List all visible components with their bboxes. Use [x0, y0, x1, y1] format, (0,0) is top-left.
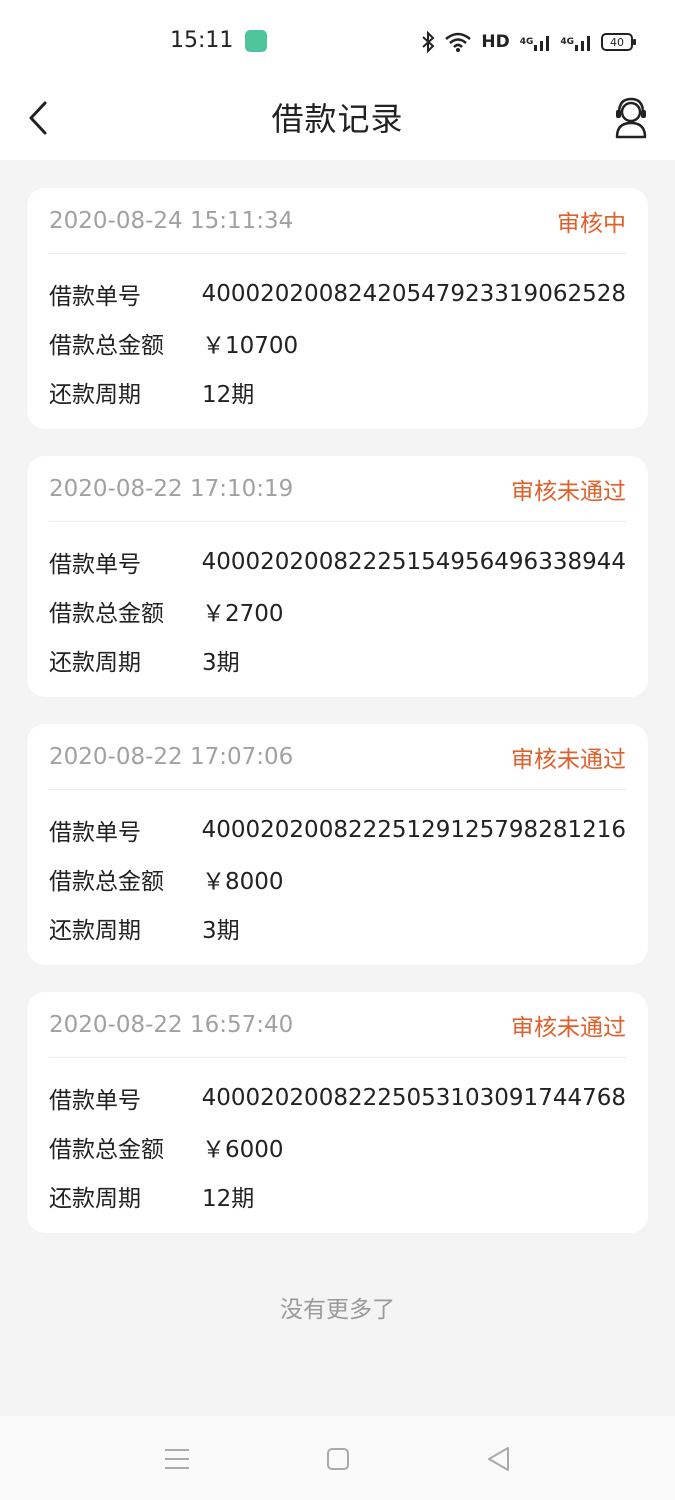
amount-label: 借款总金额 [49, 1136, 164, 1163]
status-indicators: HD 4G 4G 40 [421, 28, 636, 56]
amount-value: ￥10700 [202, 332, 299, 359]
record-status: 审核未通过 [511, 478, 626, 505]
page-title: 借款记录 [271, 100, 404, 138]
order-no-label: 借款单号 [49, 1087, 141, 1114]
record-status: 审核未通过 [511, 1014, 626, 1041]
amount-label: 借款总金额 [49, 868, 164, 895]
record-card[interactable]: 2020-08-22 17:10:19 审核未通过 借款单号 400020200… [27, 456, 648, 697]
order-no-value: 40002020082225154956496338944 [201, 548, 626, 575]
record-date: 2020-08-22 17:07:06 [49, 743, 294, 770]
record-details: 借款单号 40002020082225129125798281216 借款总金额… [49, 790, 626, 952]
record-status: 审核中 [557, 210, 626, 237]
period-row: 还款周期 12期 [49, 367, 626, 416]
header-bar: 借款记录 [0, 84, 675, 160]
amount-label: 借款总金额 [49, 332, 164, 359]
record-header: 2020-08-22 17:07:06 审核未通过 [49, 724, 626, 790]
order-no-label: 借款单号 [49, 551, 141, 578]
amount-row: 借款总金额 ￥10700 [49, 318, 626, 367]
amount-row: 借款总金额 ￥2700 [49, 586, 626, 635]
period-row: 还款周期 3期 [49, 635, 626, 684]
order-no-value: 40002020082225053103091744768 [201, 1084, 626, 1111]
record-header: 2020-08-22 16:57:40 审核未通过 [49, 992, 626, 1058]
customer-service-icon [615, 97, 647, 139]
amount-row: 借款总金额 ￥8000 [49, 854, 626, 903]
order-no-row: 借款单号 40002020082225053103091744768 [49, 1073, 626, 1122]
record-card[interactable]: 2020-08-24 15:11:34 审核中 借款单号 40002020082… [27, 188, 648, 429]
record-date: 2020-08-22 17:10:19 [49, 475, 294, 502]
bluetooth-icon [421, 31, 435, 53]
signal-label-2: 4G [560, 37, 574, 47]
period-value: 12期 [202, 381, 255, 408]
menu-icon [165, 1449, 189, 1469]
period-value: 12期 [202, 1185, 255, 1212]
record-status: 审核未通过 [511, 746, 626, 773]
triangle-back-icon [488, 1447, 509, 1471]
customer-service-button[interactable] [609, 94, 653, 142]
order-no-label: 借款单号 [49, 283, 141, 310]
period-value: 3期 [202, 917, 240, 944]
status-time: 15:11 [170, 28, 234, 53]
amount-value: ￥2700 [202, 600, 284, 627]
record-date: 2020-08-22 16:57:40 [49, 1011, 294, 1038]
battery-icon: 40 [601, 33, 636, 51]
home-button[interactable] [318, 1442, 358, 1476]
wifi-icon [445, 32, 472, 52]
order-no-row: 借款单号 40002020082420547923319062528 [49, 269, 626, 318]
record-card[interactable]: 2020-08-22 17:07:06 审核未通过 借款单号 400020200… [27, 724, 648, 965]
period-row: 还款周期 12期 [49, 1171, 626, 1220]
signal-label: 4G [519, 37, 534, 47]
app-notification-icon [245, 30, 267, 52]
signal-icon-2: 4G [560, 33, 591, 51]
network-type-label: HD [481, 32, 510, 52]
record-details: 借款单号 40002020082420547923319062528 借款总金额… [49, 254, 626, 416]
back-nav-button[interactable] [478, 1442, 518, 1476]
record-header: 2020-08-24 15:11:34 审核中 [49, 188, 626, 254]
period-value: 3期 [202, 649, 240, 676]
period-label: 还款周期 [49, 649, 141, 676]
home-square-icon [327, 1448, 349, 1470]
period-label: 还款周期 [49, 917, 141, 944]
amount-value: ￥6000 [202, 1136, 284, 1163]
order-no-value: 40002020082225129125798281216 [201, 816, 626, 843]
status-bar: 15:11 HD 4G 4G 40 [0, 0, 675, 84]
period-label: 还款周期 [49, 1185, 141, 1212]
order-no-row: 借款单号 40002020082225154956496338944 [49, 537, 626, 586]
record-details: 借款单号 40002020082225053103091744768 借款总金额… [49, 1058, 626, 1220]
loan-records-page: 15:11 HD 4G 4G 40 借款记录 2020-08-24 15:11:… [0, 0, 675, 1500]
period-row: 还款周期 3期 [49, 903, 626, 952]
loan-record-list: 2020-08-24 15:11:34 审核中 借款单号 40002020082… [27, 188, 648, 1260]
no-more-text: 没有更多了 [280, 1297, 395, 1323]
system-nav-bar [0, 1416, 675, 1500]
record-header: 2020-08-22 17:10:19 审核未通过 [49, 456, 626, 522]
amount-label: 借款总金额 [49, 600, 164, 627]
period-label: 还款周期 [49, 381, 141, 408]
record-card[interactable]: 2020-08-22 16:57:40 审核未通过 借款单号 400020200… [27, 992, 648, 1233]
order-no-label: 借款单号 [49, 819, 141, 846]
record-details: 借款单号 40002020082225154956496338944 借款总金额… [49, 522, 626, 684]
amount-value: ￥8000 [202, 868, 284, 895]
record-date: 2020-08-24 15:11:34 [49, 207, 294, 234]
order-no-value: 40002020082420547923319062528 [201, 280, 626, 307]
order-no-row: 借款单号 40002020082225129125798281216 [49, 805, 626, 854]
amount-row: 借款总金额 ￥6000 [49, 1122, 626, 1171]
menu-button[interactable] [157, 1442, 197, 1476]
signal-icon: 4G [520, 33, 551, 51]
